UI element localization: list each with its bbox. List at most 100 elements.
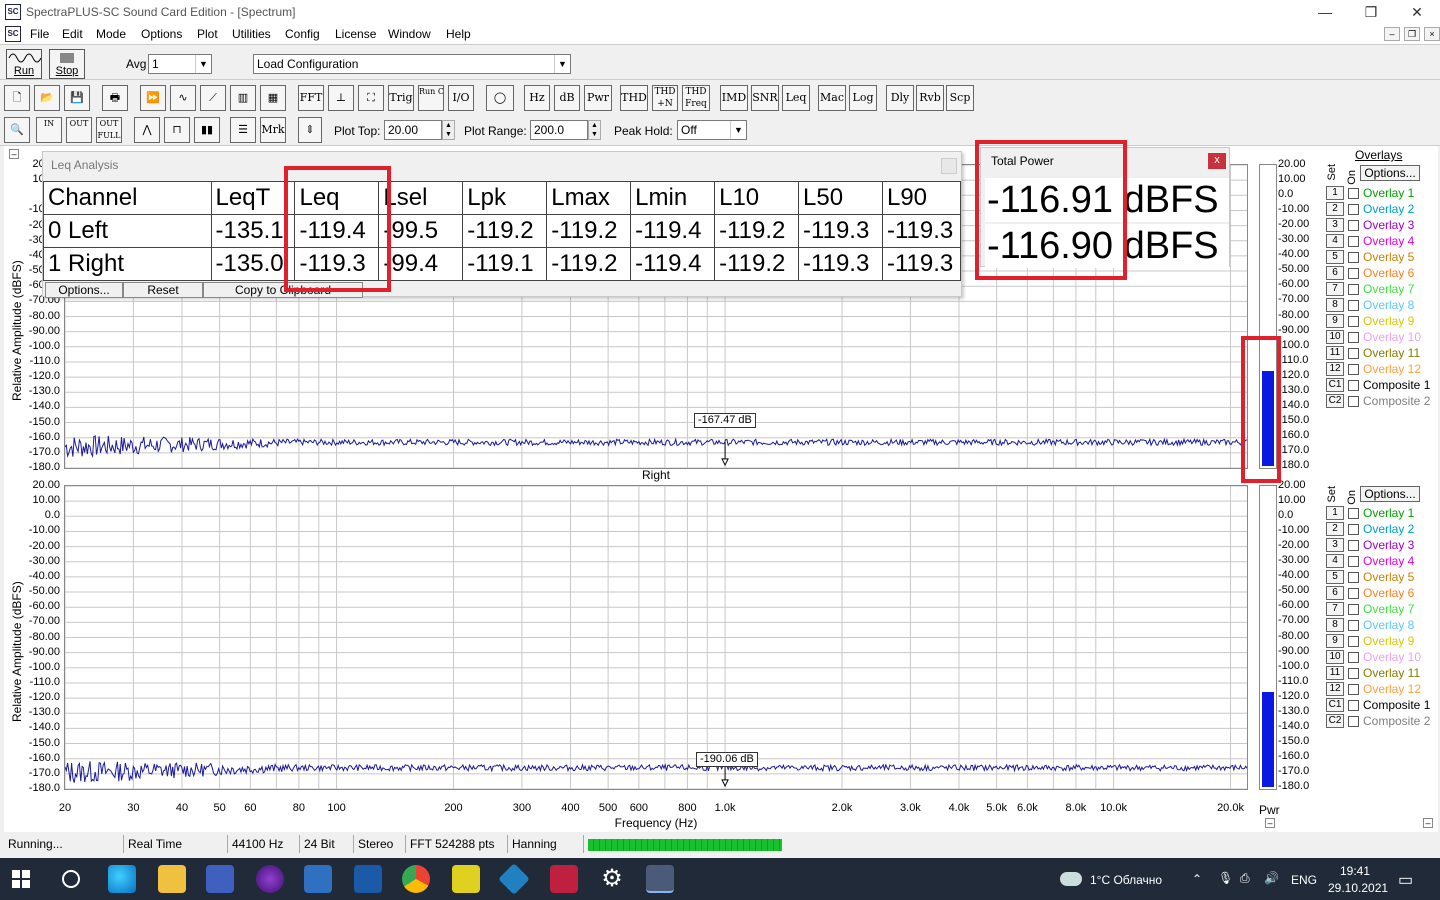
overlay-set-button[interactable]: 7 xyxy=(1326,282,1344,296)
overlay-checkbox[interactable] xyxy=(1348,588,1359,599)
peak-hold-select[interactable]: Off ▼ xyxy=(677,120,747,140)
leq-button[interactable]: Leq xyxy=(782,85,810,111)
overlay-set-button[interactable]: 1 xyxy=(1326,506,1344,520)
language-indicator[interactable]: ENG xyxy=(1291,873,1317,887)
microphone-icon[interactable]: 🎙 xyxy=(1218,871,1233,885)
overlay-checkbox[interactable] xyxy=(1348,300,1359,311)
overlay-checkbox[interactable] xyxy=(1348,524,1359,535)
record-button[interactable]: ∿ xyxy=(170,85,196,111)
overlay-set-button[interactable]: 5 xyxy=(1326,570,1344,584)
overlay-set-button[interactable]: 10 xyxy=(1326,650,1344,664)
overlay-checkbox[interactable] xyxy=(1348,652,1359,663)
overlay-set-button[interactable]: 11 xyxy=(1326,666,1344,680)
plot-top-input[interactable]: 20.00 ▲ ▼ xyxy=(384,120,455,140)
thdn-button[interactable]: THD +N xyxy=(652,85,678,111)
overlay-set-button[interactable]: 10 xyxy=(1326,330,1344,344)
total-power-close-button[interactable]: x xyxy=(1208,153,1226,169)
search-icon[interactable] xyxy=(62,870,80,888)
hz-button[interactable]: Hz xyxy=(524,85,550,111)
bar-plot-button[interactable]: ▮▮ xyxy=(194,117,220,143)
windows-start-icon[interactable] xyxy=(12,870,30,888)
volume-icon[interactable]: 🔊 xyxy=(1264,871,1279,885)
thd-freq-button[interactable]: THD Freq xyxy=(682,85,710,111)
menu-help[interactable]: Help xyxy=(446,27,471,41)
overlay-checkbox[interactable] xyxy=(1348,508,1359,519)
overlay-set-button[interactable]: C2 xyxy=(1326,714,1344,728)
signal-gen-button[interactable]: ◯ xyxy=(486,85,514,111)
arrows-app-icon[interactable] xyxy=(452,865,480,893)
mdi-icon[interactable]: SC xyxy=(5,26,21,42)
overlay-checkbox[interactable] xyxy=(1348,572,1359,583)
mac-button[interactable]: Mac xyxy=(818,85,846,111)
overlay-set-button[interactable]: 2 xyxy=(1326,522,1344,536)
open-file-button[interactable]: 📂 xyxy=(34,85,60,111)
run-ctrl-button[interactable]: Run Ctrl xyxy=(418,85,444,111)
settings-gear-icon[interactable]: ⚙ xyxy=(598,865,626,893)
menu-license[interactable]: License xyxy=(335,27,376,41)
imd-button[interactable]: IMD xyxy=(720,85,748,111)
overlay-options-button[interactable]: Options... xyxy=(1360,486,1420,502)
spinner-icon[interactable]: ▲ ▼ xyxy=(442,120,455,140)
zoom-button[interactable]: 🔍 xyxy=(4,117,30,143)
weighting-button[interactable]: ⛶ xyxy=(358,85,384,111)
weather-text[interactable]: 1°C Облачно xyxy=(1090,873,1162,887)
overlay-set-button[interactable]: 8 xyxy=(1326,618,1344,632)
menu-file[interactable]: File xyxy=(30,27,49,41)
mdi-restore-button[interactable]: ❐ xyxy=(1404,27,1420,41)
overlay-set-button[interactable]: 3 xyxy=(1326,538,1344,552)
overlay-checkbox[interactable] xyxy=(1348,716,1359,727)
new-file-button[interactable]: 🗋 xyxy=(4,85,30,111)
db-button[interactable]: dB xyxy=(554,85,580,111)
scale-button[interactable]: ⊥ xyxy=(328,85,354,111)
menu-mode[interactable]: Mode xyxy=(96,27,126,41)
range-button[interactable]: ⇕ xyxy=(298,117,322,143)
leq-options-button[interactable]: Options... xyxy=(45,282,123,298)
3d-surface-button[interactable]: ▦ xyxy=(260,85,286,111)
mail-app-icon[interactable] xyxy=(304,865,332,893)
menu-plot[interactable]: Plot xyxy=(197,27,218,41)
overlay-checkbox[interactable] xyxy=(1348,700,1359,711)
generator-button[interactable]: ⟋ xyxy=(200,85,226,111)
overlay-checkbox[interactable] xyxy=(1348,348,1359,359)
close-button[interactable]: ✕ xyxy=(1394,0,1440,24)
overlay-set-button[interactable]: C1 xyxy=(1326,378,1344,392)
trig-button[interactable]: Trig xyxy=(388,85,414,111)
overlay-checkbox[interactable] xyxy=(1348,396,1359,407)
dly-button[interactable]: Dly xyxy=(886,85,914,111)
chrome-browser-icon[interactable] xyxy=(402,865,430,893)
media-app-icon[interactable] xyxy=(256,865,284,893)
overlay-set-button[interactable]: 8 xyxy=(1326,298,1344,312)
overlay-checkbox[interactable] xyxy=(1348,364,1359,375)
overlay-set-button[interactable]: 12 xyxy=(1326,362,1344,376)
overlay-checkbox[interactable] xyxy=(1348,236,1359,247)
print-button[interactable]: 🖶 xyxy=(102,85,128,111)
notifications-icon[interactable]: ▭ xyxy=(1398,870,1413,890)
run-button[interactable]: Run xyxy=(6,49,42,79)
plot-range-input[interactable]: 200.0 ▲ ▼ xyxy=(530,120,601,140)
chevron-up-icon[interactable]: ⌃ xyxy=(1192,872,1202,886)
log-button[interactable]: Log xyxy=(849,85,877,111)
peak-plot-button[interactable]: ⋀ xyxy=(134,117,160,143)
overlay-options-button[interactable]: Options... xyxy=(1360,165,1420,181)
marker-button[interactable]: Mrk xyxy=(260,117,286,143)
mdi-minimize-button[interactable]: – xyxy=(1384,27,1400,41)
overlay-set-button[interactable]: C2 xyxy=(1326,394,1344,408)
network-icon[interactable]: ⎙ xyxy=(1240,871,1250,886)
fft-button[interactable]: FFT xyxy=(298,85,324,111)
zoom-out-button[interactable]: OUT xyxy=(66,117,92,143)
overlay-checkbox[interactable] xyxy=(1348,220,1359,231)
overlay-set-button[interactable]: 12 xyxy=(1326,682,1344,696)
spectraplus-app-icon[interactable] xyxy=(646,865,674,893)
overlay-checkbox[interactable] xyxy=(1348,268,1359,279)
zoom-full-button[interactable]: OUT FULL xyxy=(96,117,122,143)
overlay-set-button[interactable]: 4 xyxy=(1326,554,1344,568)
collapse-icon[interactable]: – xyxy=(1265,818,1275,828)
scp-button[interactable]: Scp xyxy=(946,85,974,111)
leq-reset-button[interactable]: Reset xyxy=(123,282,203,298)
collapse-icon[interactable]: – xyxy=(1423,818,1433,828)
overlay-set-button[interactable]: 11 xyxy=(1326,346,1344,360)
leq-close-button[interactable] xyxy=(941,158,957,174)
step-plot-button[interactable]: ⊓ xyxy=(164,117,190,143)
right-channel-plot[interactable] xyxy=(64,485,1248,790)
overlay-checkbox[interactable] xyxy=(1348,620,1359,631)
